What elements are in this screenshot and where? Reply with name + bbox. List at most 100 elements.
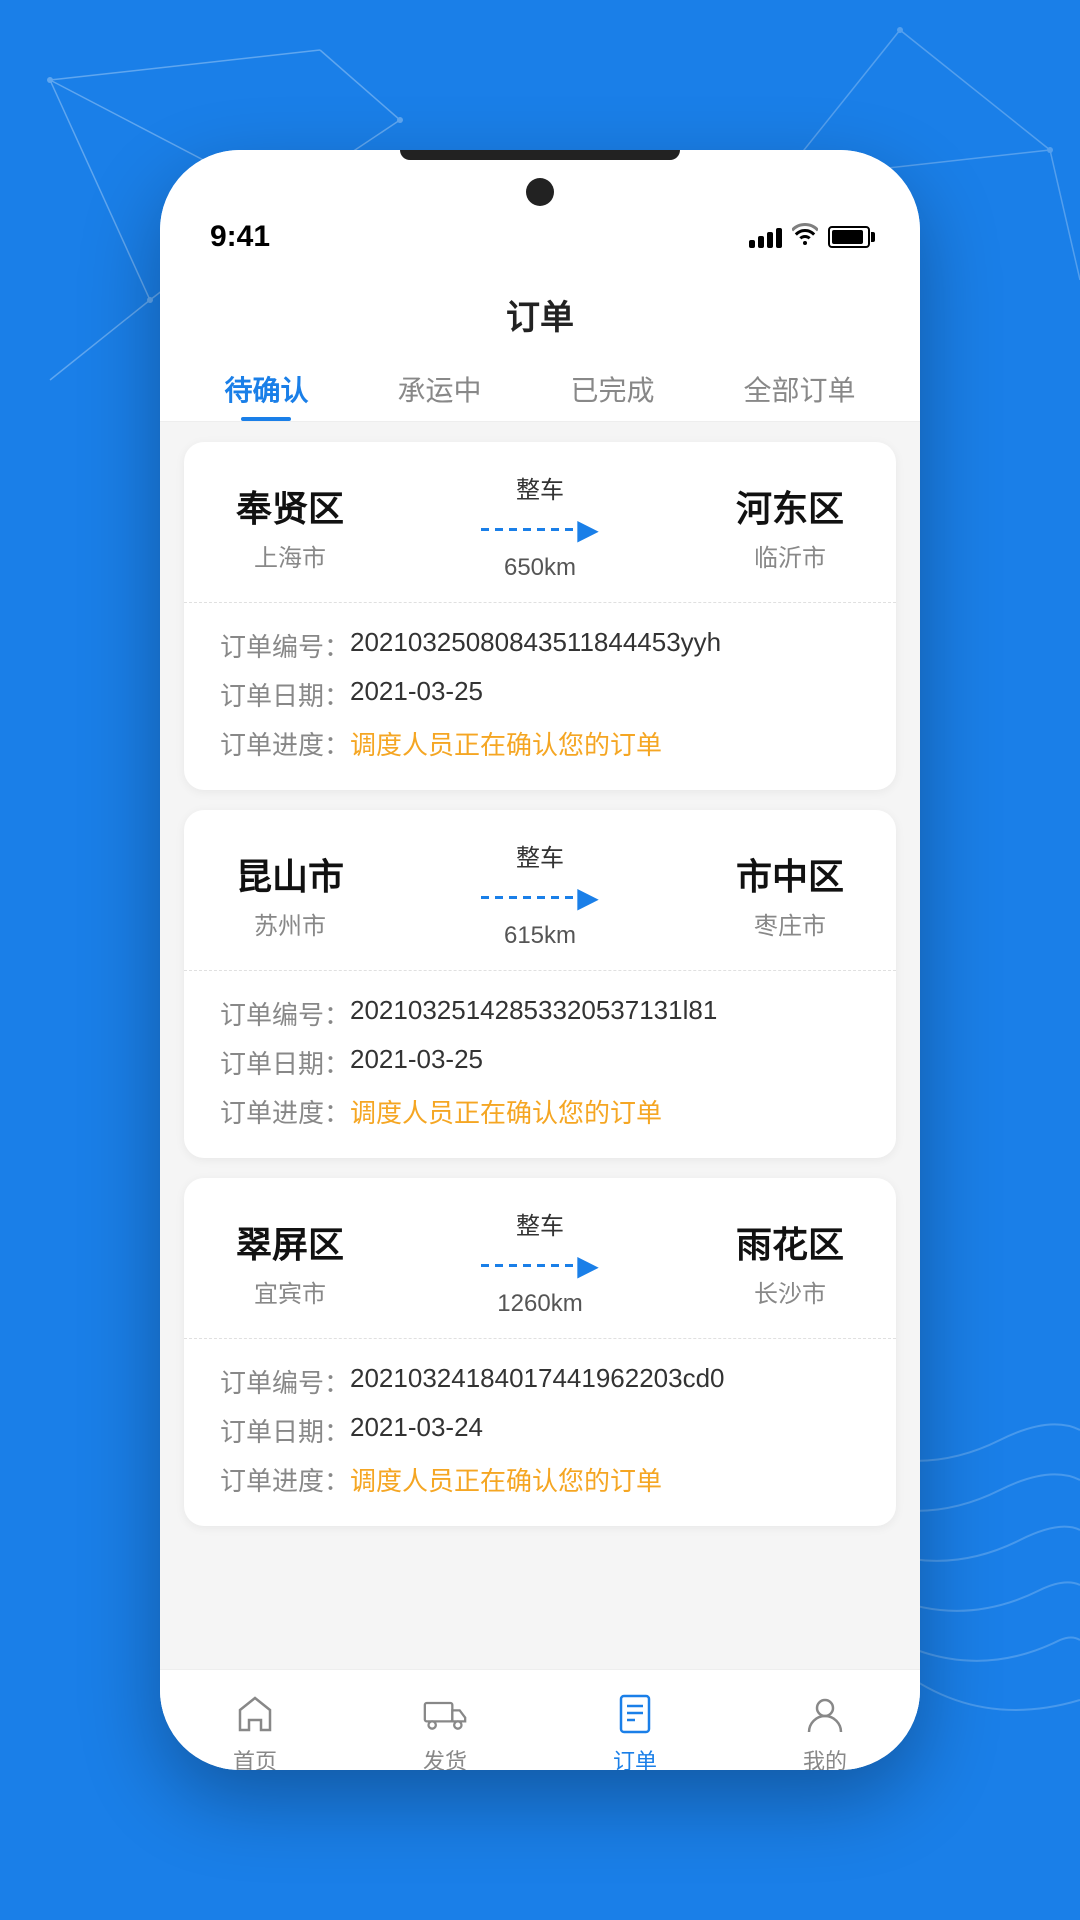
- route-from: 翠屏区 宜宾市: [220, 1216, 360, 1309]
- battery-fill: [832, 230, 863, 244]
- route-to: 河东区 临沂市: [720, 480, 860, 573]
- route-from: 昆山市 苏州市: [220, 848, 360, 941]
- order-progress-value: 调度人员正在确认您的订单: [350, 1093, 662, 1130]
- order-number-label: 订单编号：: [220, 627, 350, 664]
- orders-icon: [611, 1690, 659, 1738]
- nav-orders[interactable]: 订单: [591, 1686, 679, 1770]
- order-progress-row: 订单进度： 调度人员正在确认您的订单: [220, 1093, 860, 1130]
- signal-bars-icon: [749, 226, 782, 248]
- to-city: 临沂市: [754, 538, 826, 573]
- wifi-icon: [792, 223, 818, 251]
- app-content: 订单 待确认 承运中 已完成 全部订单 奉贤区 上海市 整车: [160, 270, 920, 1770]
- order-progress-value: 调度人员正在确认您的订单: [350, 1461, 662, 1498]
- signal-bar-3: [767, 232, 773, 248]
- tab-pending[interactable]: 待确认: [204, 355, 328, 421]
- route-distance: 1260km: [497, 1290, 582, 1318]
- order-date-row: 订单日期： 2021-03-25: [220, 676, 860, 713]
- nav-home-label: 首页: [233, 1744, 277, 1770]
- order-progress-label: 订单进度：: [220, 725, 350, 762]
- route-to: 雨花区 长沙市: [720, 1216, 860, 1309]
- route-type: 整车: [516, 838, 564, 873]
- signal-bar-4: [776, 228, 782, 248]
- order-route: 翠屏区 宜宾市 整车 ▶ 1260km 雨花区 长沙市: [184, 1178, 896, 1339]
- signal-bar-1: [749, 240, 755, 248]
- phone-shell: 9:41 订单: [160, 150, 920, 1770]
- order-progress-label: 订单进度：: [220, 1461, 350, 1498]
- order-date-value: 2021-03-24: [350, 1412, 483, 1443]
- order-route: 昆山市 苏州市 整车 ▶ 615km 市中区 枣庄市: [184, 810, 896, 971]
- from-city: 宜宾市: [254, 1274, 326, 1309]
- from-city: 苏州市: [254, 906, 326, 941]
- nav-mine[interactable]: 我的: [781, 1686, 869, 1770]
- user-icon: [801, 1690, 849, 1738]
- status-icons: [749, 223, 870, 251]
- route-from: 奉贤区 上海市: [220, 480, 360, 573]
- order-card[interactable]: 翠屏区 宜宾市 整车 ▶ 1260km 雨花区 长沙市: [184, 1178, 896, 1526]
- order-date-row: 订单日期： 2021-03-25: [220, 1044, 860, 1081]
- signal-bar-2: [758, 236, 764, 248]
- route-type: 整车: [516, 470, 564, 505]
- from-name: 翠屏区: [236, 1216, 344, 1268]
- route-type: 整车: [516, 1206, 564, 1241]
- route-middle: 整车 ▶ 650km: [360, 470, 720, 582]
- route-distance: 650km: [504, 554, 576, 582]
- route-to: 市中区 枣庄市: [720, 848, 860, 941]
- order-details: 订单编号： 20210325142853320537131l81 订单日期： 2…: [184, 971, 896, 1158]
- order-card[interactable]: 昆山市 苏州市 整车 ▶ 615km 市中区 枣庄市: [184, 810, 896, 1158]
- order-progress-row: 订单进度： 调度人员正在确认您的订单: [220, 725, 860, 762]
- truck-icon: [421, 1690, 469, 1738]
- orders-list: 奉贤区 上海市 整车 ▶ 650km 河东区 临沂市: [160, 422, 920, 1669]
- nav-home[interactable]: 首页: [211, 1686, 299, 1770]
- route-middle: 整车 ▶ 1260km: [360, 1206, 720, 1318]
- order-date-label: 订单日期：: [220, 1412, 350, 1449]
- order-route: 奉贤区 上海市 整车 ▶ 650km 河东区 临沂市: [184, 442, 896, 603]
- order-number-value: 20210324184017441962203cd0: [350, 1363, 725, 1394]
- order-details: 订单编号： 20210324184017441962203cd0 订单日期： 2…: [184, 1339, 896, 1526]
- tab-all-orders[interactable]: 全部订单: [723, 355, 875, 421]
- tabs-bar: 待确认 承运中 已完成 全部订单: [160, 355, 920, 422]
- to-name: 雨花区: [736, 1216, 844, 1268]
- route-distance: 615km: [504, 922, 576, 950]
- order-number-value: 20210325080843511844453yyh: [350, 627, 721, 658]
- bottom-nav: 首页 发货: [160, 1669, 920, 1770]
- to-name: 河东区: [736, 480, 844, 532]
- from-name: 昆山市: [236, 848, 344, 900]
- route-arrow-icon: ▶: [481, 881, 599, 914]
- nav-shipping[interactable]: 发货: [401, 1686, 489, 1770]
- order-details: 订单编号： 20210325080843511844453yyh 订单日期： 2…: [184, 603, 896, 790]
- battery-icon: [828, 226, 870, 248]
- order-number-label: 订单编号：: [220, 995, 350, 1032]
- order-date-row: 订单日期： 2021-03-24: [220, 1412, 860, 1449]
- tab-completed[interactable]: 已完成: [550, 355, 674, 421]
- nav-mine-label: 我的: [803, 1744, 847, 1770]
- to-city: 长沙市: [754, 1274, 826, 1309]
- home-icon: [231, 1690, 279, 1738]
- phone-top-bar: [400, 150, 680, 160]
- to-city: 枣庄市: [754, 906, 826, 941]
- status-time: 9:41: [210, 220, 270, 254]
- order-number-row: 订单编号： 20210325080843511844453yyh: [220, 627, 860, 664]
- order-number-value: 20210325142853320537131l81: [350, 995, 717, 1026]
- order-date-value: 2021-03-25: [350, 1044, 483, 1075]
- order-date-value: 2021-03-25: [350, 676, 483, 707]
- nav-shipping-label: 发货: [423, 1744, 467, 1770]
- route-middle: 整车 ▶ 615km: [360, 838, 720, 950]
- order-date-label: 订单日期：: [220, 676, 350, 713]
- page-title: 订单: [160, 270, 920, 355]
- status-bar: 9:41: [160, 150, 920, 270]
- order-number-label: 订单编号：: [220, 1363, 350, 1400]
- order-progress-row: 订单进度： 调度人员正在确认您的订单: [220, 1461, 860, 1498]
- order-progress-value: 调度人员正在确认您的订单: [350, 725, 662, 762]
- order-card[interactable]: 奉贤区 上海市 整车 ▶ 650km 河东区 临沂市: [184, 442, 896, 790]
- route-arrow-icon: ▶: [481, 513, 599, 546]
- order-number-row: 订单编号： 20210324184017441962203cd0: [220, 1363, 860, 1400]
- from-name: 奉贤区: [236, 480, 344, 532]
- order-date-label: 订单日期：: [220, 1044, 350, 1081]
- order-number-row: 订单编号： 20210325142853320537131l81: [220, 995, 860, 1032]
- nav-orders-label: 订单: [613, 1744, 657, 1770]
- route-arrow-icon: ▶: [481, 1249, 599, 1282]
- phone-camera: [526, 178, 554, 206]
- order-progress-label: 订单进度：: [220, 1093, 350, 1130]
- tab-in-transit[interactable]: 承运中: [377, 355, 501, 421]
- from-city: 上海市: [254, 538, 326, 573]
